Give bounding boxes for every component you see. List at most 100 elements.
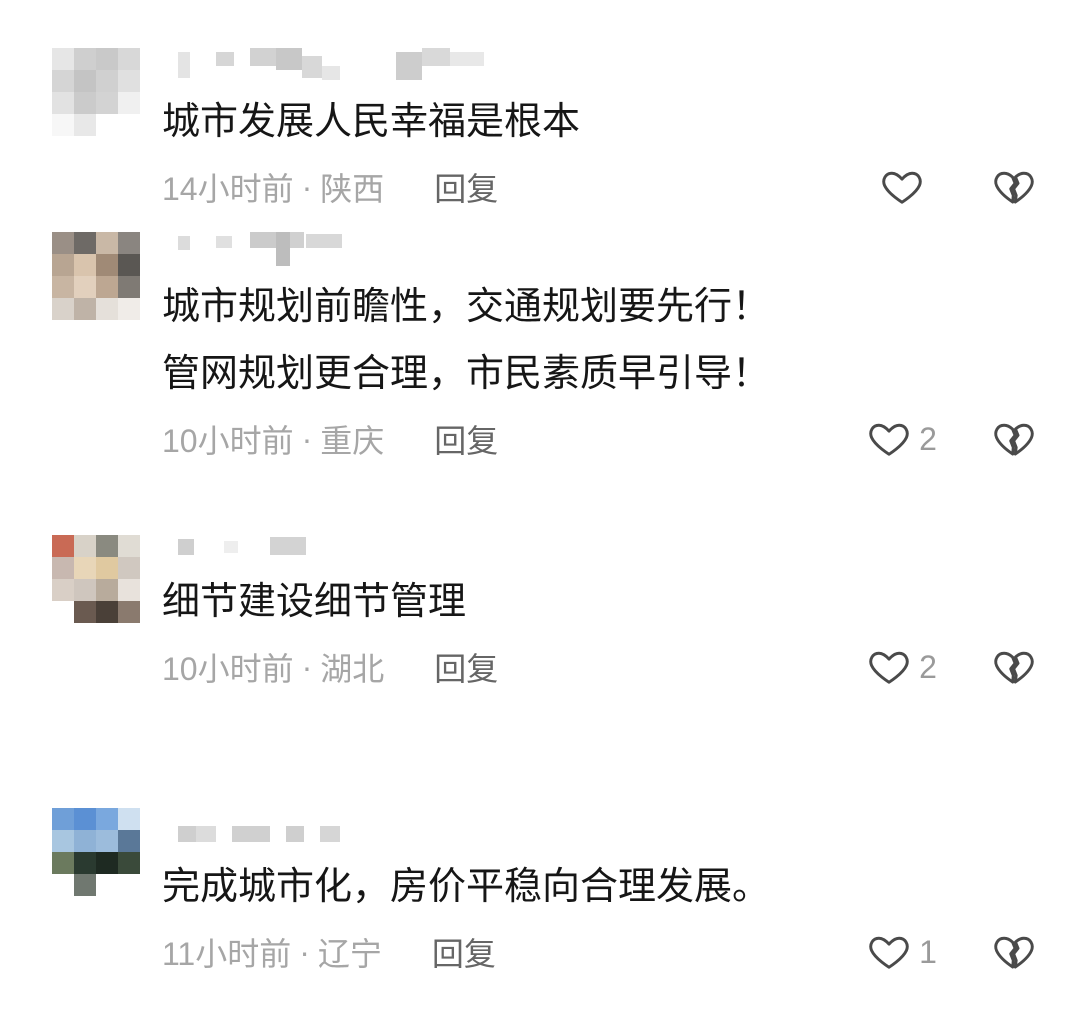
avatar-mosaic-cell xyxy=(52,48,74,70)
reply-button[interactable]: 回复 xyxy=(434,164,498,210)
avatar-mosaic-cell xyxy=(74,557,96,579)
like-button[interactable]: 2 xyxy=(852,647,952,687)
heart-outline-icon xyxy=(867,930,911,974)
avatar-mosaic-cell xyxy=(52,92,74,114)
comment-time: 10小时前 xyxy=(162,423,294,459)
avatar-mosaic-cell xyxy=(118,70,140,92)
comment-time: 14小时前 xyxy=(162,171,294,207)
avatar-mosaic-cell xyxy=(74,535,96,557)
dislike-button[interactable] xyxy=(992,647,1036,687)
avatar-mosaic-cell xyxy=(118,114,140,136)
reply-button[interactable]: 回复 xyxy=(434,644,498,690)
username-mosaic-block xyxy=(396,52,422,80)
username-mosaic-block xyxy=(290,232,304,248)
avatar-mosaic-cell xyxy=(74,276,96,298)
username-mosaic-block xyxy=(216,52,234,66)
avatar[interactable] xyxy=(52,48,140,136)
dislike-button[interactable] xyxy=(992,932,1036,972)
reply-button[interactable]: 回复 xyxy=(432,929,496,975)
like-button[interactable]: 2 xyxy=(852,419,952,459)
comment-meta: 11小时前 · 辽宁 回复 1 xyxy=(162,932,1080,972)
avatar-mosaic-cell xyxy=(118,830,140,852)
username-mosaic-block xyxy=(306,234,342,248)
comment-text: 城市发展人民幸福是根本 xyxy=(162,101,581,143)
comment-body: 细节建设细节管理 10小时前 · 湖北 回复 2 xyxy=(162,569,1080,687)
username-mosaic-block xyxy=(178,52,190,78)
username-mosaic-block xyxy=(270,537,306,555)
avatar-mosaic-cell xyxy=(118,276,140,298)
comment-location: 湖北 xyxy=(320,651,385,687)
avatar-mosaic-cell xyxy=(74,830,96,852)
comment-meta: 14小时前 · 陕西 回复 xyxy=(162,167,1080,207)
avatar-mosaic-cell xyxy=(52,601,74,623)
comment-body: 城市规划前瞻性，交通规划要先行！ 管网规划更合理，市民素质早引导！ 10小时前 … xyxy=(162,274,1080,459)
dislike-button[interactable] xyxy=(992,419,1036,459)
avatar-mosaic-cell xyxy=(74,254,96,276)
heart-outline-icon xyxy=(867,645,911,689)
like-button[interactable] xyxy=(852,167,952,207)
dislike-button[interactable] xyxy=(992,167,1036,207)
avatar-mosaic-cell xyxy=(96,874,118,896)
avatar[interactable] xyxy=(52,535,140,623)
avatar-mosaic-cell xyxy=(96,830,118,852)
reply-button[interactable]: 回复 xyxy=(434,416,498,462)
username-mosaic-block xyxy=(232,826,270,842)
avatar-mosaic-cell xyxy=(74,601,96,623)
avatar-mosaic-cell xyxy=(52,557,74,579)
avatar-mosaic-cell xyxy=(118,232,140,254)
username-mosaic-block xyxy=(196,826,216,842)
avatar-mosaic-cell xyxy=(74,808,96,830)
like-button[interactable]: 1 xyxy=(852,932,952,972)
like-count: 2 xyxy=(919,420,937,457)
avatar-mosaic-cell xyxy=(52,874,74,896)
avatar-mosaic-cell xyxy=(96,535,118,557)
avatar-mosaic-cell xyxy=(96,92,118,114)
heart-outline-icon xyxy=(880,165,924,209)
avatar[interactable] xyxy=(52,808,140,896)
avatar-mosaic-cell xyxy=(74,92,96,114)
meta-separator: · xyxy=(301,648,313,685)
avatar-mosaic-cell xyxy=(118,254,140,276)
comment-text: 城市规划前瞻性，交通规划要先行！ xyxy=(162,286,771,328)
avatar-mosaic-cell xyxy=(96,298,118,320)
username-mosaic-block xyxy=(276,48,302,70)
comment-text: 完成城市化，房价平稳向合理发展。 xyxy=(162,866,771,908)
heart-outline-icon xyxy=(867,417,911,461)
avatar-mosaic-cell xyxy=(74,579,96,601)
avatar[interactable] xyxy=(52,232,140,320)
avatar-mosaic-cell xyxy=(74,852,96,874)
username-mosaic-block xyxy=(302,56,322,78)
avatar-mosaic-cell xyxy=(52,535,74,557)
avatar-mosaic-cell xyxy=(52,70,74,92)
like-count: 2 xyxy=(919,648,937,685)
username-redacted[interactable] xyxy=(178,48,498,84)
username-mosaic-block xyxy=(250,48,276,66)
avatar-mosaic-cell xyxy=(52,276,74,298)
username-mosaic-block xyxy=(322,66,340,80)
avatar-mosaic-cell xyxy=(96,48,118,70)
avatar-mosaic-cell xyxy=(118,601,140,623)
avatar-mosaic-cell xyxy=(118,874,140,896)
username-redacted[interactable] xyxy=(178,232,498,268)
avatar-mosaic-cell xyxy=(52,114,74,136)
comment-location: 辽宁 xyxy=(317,936,382,972)
comment-meta: 10小时前 · 湖北 回复 2 xyxy=(162,647,1080,687)
avatar-mosaic-cell xyxy=(52,579,74,601)
username-mosaic-block xyxy=(224,541,238,553)
username-redacted[interactable] xyxy=(178,537,498,573)
comment-item: 完成城市化，房价平稳向合理发展。 11小时前 · 辽宁 回复 1 xyxy=(0,808,1080,990)
avatar-mosaic-cell xyxy=(52,232,74,254)
avatar-mosaic-cell xyxy=(74,232,96,254)
avatar-mosaic-cell xyxy=(52,808,74,830)
comment-time: 10小时前 xyxy=(162,651,294,687)
avatar-mosaic-cell xyxy=(52,852,74,874)
meta-separator: · xyxy=(301,420,313,457)
avatar-mosaic-cell xyxy=(118,557,140,579)
username-mosaic-block xyxy=(320,826,340,842)
avatar-mosaic-cell xyxy=(96,579,118,601)
avatar-mosaic-cell xyxy=(96,808,118,830)
avatar-mosaic-cell xyxy=(96,601,118,623)
avatar-mosaic-cell xyxy=(74,114,96,136)
comment-item: 城市规划前瞻性，交通规划要先行！ 管网规划更合理，市民素质早引导！ 10小时前 … xyxy=(0,230,1080,470)
avatar-mosaic-cell xyxy=(74,48,96,70)
